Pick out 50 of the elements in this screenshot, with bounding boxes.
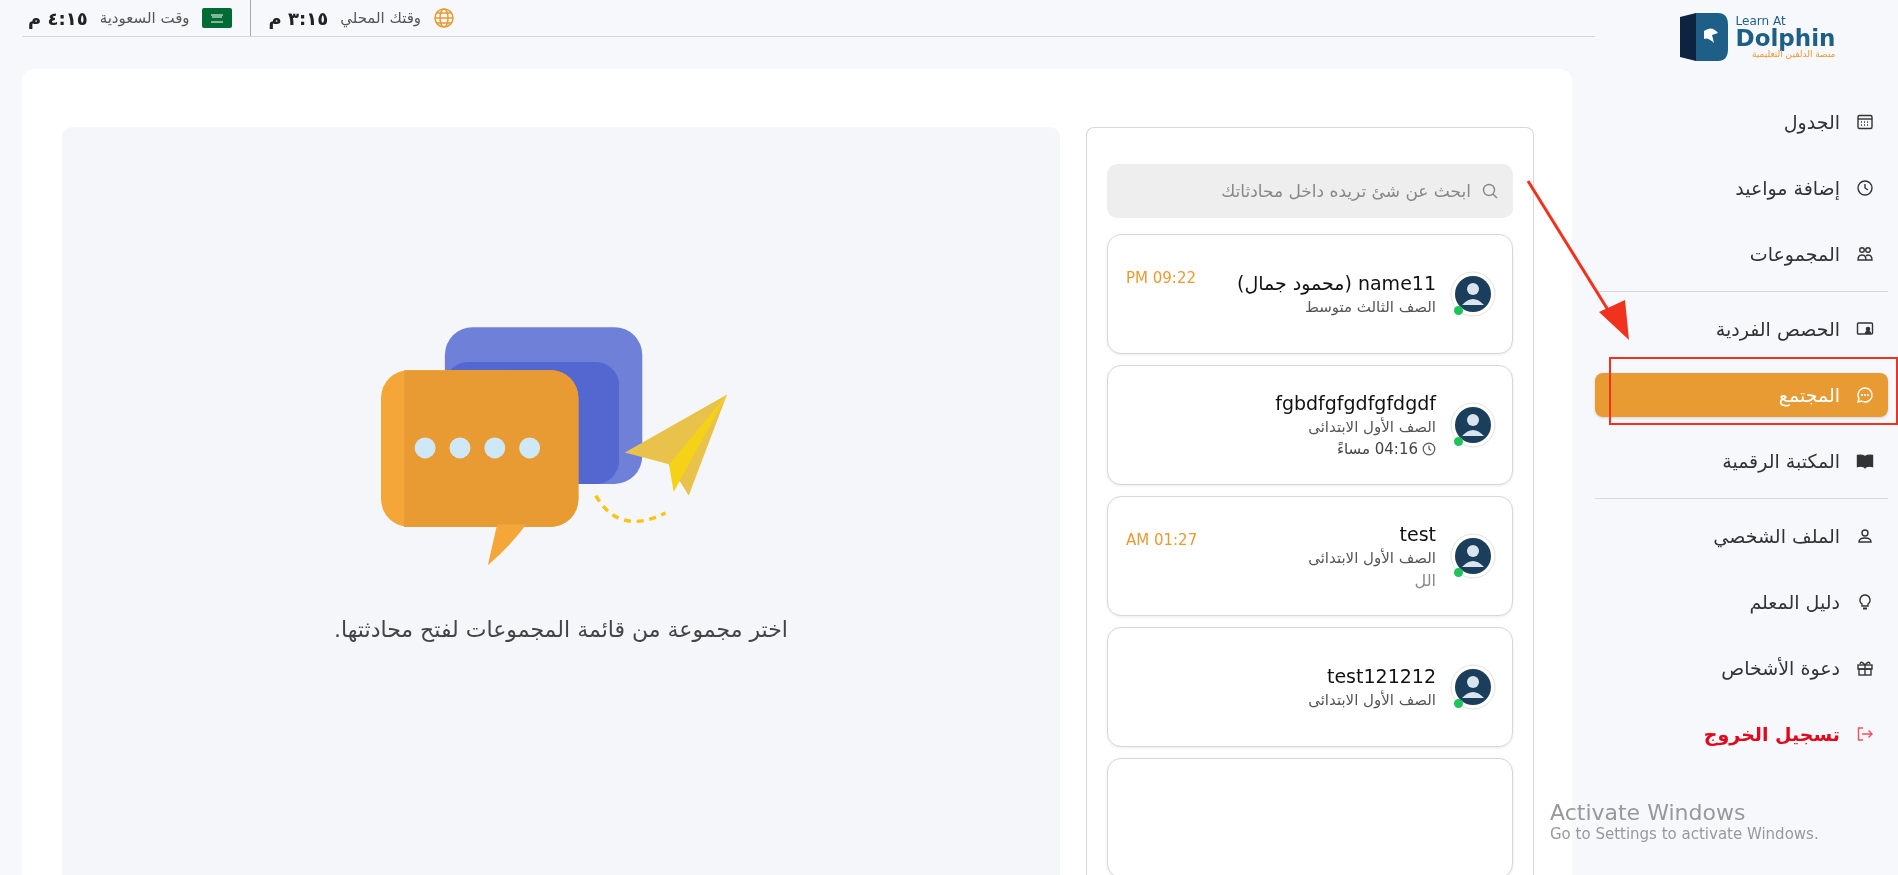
- globe-icon: [433, 7, 456, 29]
- clock-label: وقتك المحلي: [340, 9, 422, 27]
- gift-icon: [1856, 659, 1874, 677]
- logo-name: Dolphin: [1735, 27, 1836, 50]
- sidebar-item[interactable]: المكتبة الرقمية: [1595, 428, 1888, 494]
- clock-time: ٤:١٥ م: [28, 7, 88, 29]
- last-message: الل: [1414, 570, 1436, 590]
- conversation-time: AM 01:27: [1126, 531, 1198, 549]
- person-icon: [1856, 527, 1874, 545]
- flag-icon: [201, 8, 232, 28]
- message-time: 04:16 مساءً: [1336, 440, 1418, 458]
- logo-tagline: منصة الدلفين التعليمية: [1751, 50, 1836, 59]
- bulb-icon: [1856, 593, 1874, 611]
- chat-icon: [1856, 386, 1874, 404]
- empty-message: اختر مجموعة من قائمة المجموعات لفتح محادثتها.: [334, 617, 788, 642]
- clock-time: ٣:١٥ م: [268, 7, 329, 29]
- avatar-icon: [1450, 271, 1496, 317]
- sidebar-item[interactable]: دليل المعلم: [1595, 569, 1888, 635]
- book-icon: [1856, 452, 1874, 470]
- avatar-icon: [1450, 664, 1496, 710]
- activation-notice-text: Go to Settings to activate Windows.: [1550, 825, 1819, 843]
- conversation-name: name11 (محمود جمال): [1237, 272, 1436, 294]
- conversation-name: test: [1399, 522, 1436, 545]
- clock-icon: [1422, 442, 1436, 456]
- activation-notice-title: Activate Windows: [1550, 800, 1747, 825]
- conversation-grade: الصف الأول الابتدائى: [1308, 418, 1436, 436]
- sidebar-item[interactable]: الجدول: [1595, 89, 1888, 155]
- logout-icon: [1856, 725, 1874, 743]
- search-icon: [1481, 182, 1499, 200]
- sidebar-item[interactable]: دعوة الأشخاص: [1595, 635, 1888, 701]
- calendar-icon: [1856, 113, 1874, 131]
- sidebar-item[interactable]: المجموعات: [1595, 221, 1888, 287]
- conversation-grade: الصف الثالث متوسط: [1304, 298, 1436, 316]
- logo-title: Learn At: [1735, 15, 1787, 27]
- conversation-grade: الصف الأول الابتدائى: [1308, 691, 1436, 709]
- search-field[interactable]: ابحث عن شئ تريده داخل محادثاتك: [1107, 164, 1513, 218]
- sidebar-item[interactable]: إضافة مواعيد: [1595, 155, 1888, 221]
- clock-icon: [1856, 179, 1874, 197]
- avatar-icon: [1450, 402, 1496, 448]
- conversation-time: PM 09:22: [1126, 269, 1196, 287]
- clock-label: وقت السعودية: [99, 9, 190, 27]
- conversation-name: test121212: [1326, 665, 1436, 687]
- sidebar-item[interactable]: تسجيل الخروج: [1595, 701, 1888, 767]
- avatar-icon: [1450, 533, 1496, 579]
- conversation-name: fgbdfgfgdfgfdgdf: [1275, 392, 1436, 414]
- screen-icon: [1856, 320, 1874, 338]
- sidebar-item[interactable]: الملف الشخصي: [1595, 503, 1888, 569]
- sidebar-item[interactable]: الحصص الفردية: [1595, 296, 1888, 362]
- conversation-grade: الصف الأول الابتدائى: [1308, 548, 1436, 567]
- groups-icon: [1856, 245, 1874, 263]
